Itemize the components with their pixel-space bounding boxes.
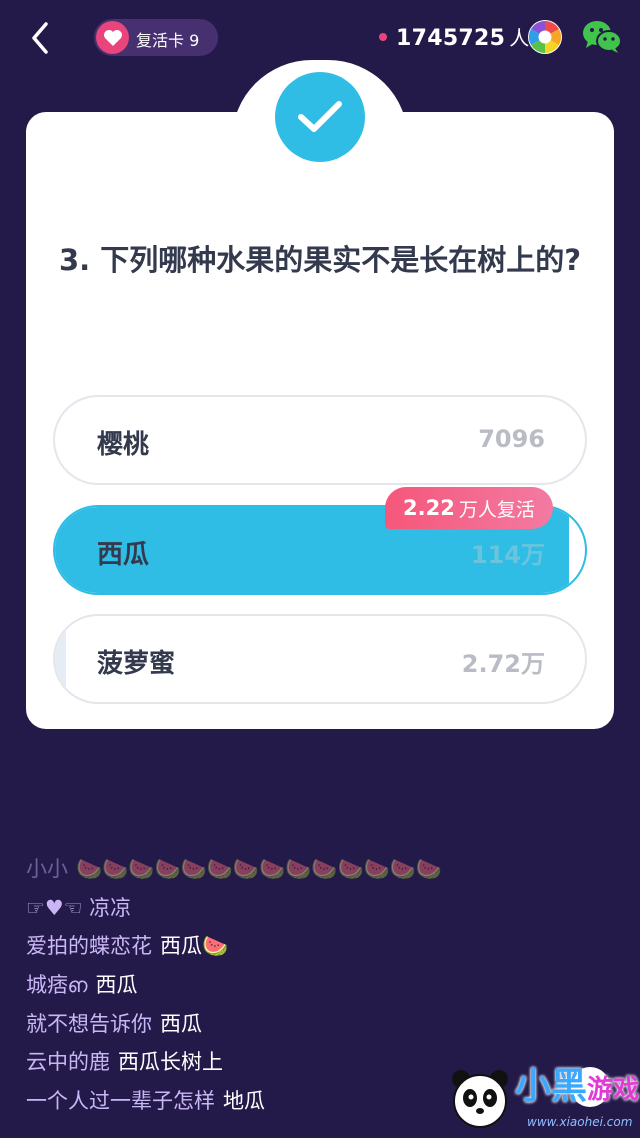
revive-count-text: 万人复活: [458, 498, 535, 521]
comment-user: 云中的鹿: [26, 1050, 110, 1075]
answer-option-label: 西瓜: [97, 540, 150, 570]
comment-message: 西瓜: [160, 1011, 202, 1036]
comment-user: 一个人过一辈子怎样: [26, 1089, 215, 1114]
viewer-count: 1745725 人: [396, 22, 530, 51]
watermark-brand-suffix: 游戏: [587, 1075, 640, 1105]
question-text: 3. 下列哪种水果的果实不是长在树上的?: [58, 243, 582, 277]
comment-user: 城痞ഩ: [26, 973, 88, 998]
shutter-icon[interactable]: [527, 19, 563, 55]
comment-message: 地瓜: [223, 1089, 265, 1114]
watermark-brand-main: 小黑: [515, 1066, 588, 1107]
comment-user: 小小: [26, 857, 68, 881]
answer-option-3[interactable]: 菠萝蜜 2.72万: [53, 614, 587, 704]
answer-option-1[interactable]: 樱桃 7096: [53, 395, 587, 485]
comment-item: 就不想告诉你 西瓜: [26, 1005, 546, 1044]
answer-option-count: 7096: [478, 425, 545, 453]
answer-option-count: 2.72万: [461, 650, 545, 678]
watermark-brand: 小黑游戏: [515, 1057, 639, 1109]
comment-item: 城痞ഩ 西瓜: [26, 966, 546, 1005]
quiz-screen: 复活卡 9 1745725 人 3. 下列哪种水果的果实不是长在树上的? 樱桃 …: [0, 0, 640, 1138]
answer-option-fill: [55, 616, 66, 702]
watermark-url: www.xiaohei.com: [527, 1115, 633, 1129]
comment-user: 就不想告诉你: [26, 1011, 152, 1036]
back-icon: [32, 22, 48, 54]
live-dot: [379, 33, 387, 41]
answer-option-count: 114万: [470, 541, 545, 569]
correct-badge: [275, 72, 365, 162]
comment-user: 爱拍的蝶恋花: [26, 934, 152, 959]
comment-item: 小小 🍉🍉🍉🍉🍉🍉🍉🍉🍉🍉🍉🍉🍉🍉: [26, 850, 546, 889]
wechat-icon[interactable]: [582, 19, 622, 55]
watermark-logo: 小黑游戏 www.xiaohei.com: [445, 1055, 640, 1138]
revive-card-count: 复活卡 9: [136, 31, 200, 50]
revive-count-number: 2.22: [403, 496, 455, 520]
back-button[interactable]: [22, 18, 62, 58]
comment-item: ☞♥☜ 凉凉: [26, 889, 546, 928]
checkmark-icon: [298, 101, 342, 132]
comment-user: ☞♥☜ 凉凉: [26, 895, 132, 920]
panda-icon: [452, 1070, 508, 1128]
revive-count-tag: 2.22 万人复活: [385, 487, 553, 529]
comment-message: 🍉🍉🍉🍉🍉🍉🍉🍉🍉🍉🍉🍉🍉🍉: [76, 857, 443, 881]
revive-card-badge[interactable]: 复活卡 9: [94, 19, 218, 56]
viewer-count-number: 1745725: [396, 26, 506, 51]
comment-item: 爱拍的蝶恋花 西瓜🍉: [26, 927, 546, 966]
comment-message: 西瓜🍉: [160, 934, 229, 959]
answer-option-label: 樱桃: [97, 430, 150, 460]
answer-option-label: 菠萝蜜: [97, 649, 176, 679]
heart-icon: [96, 21, 129, 54]
comment-message: 西瓜长树上: [118, 1050, 223, 1075]
comment-message: 西瓜: [95, 973, 138, 998]
